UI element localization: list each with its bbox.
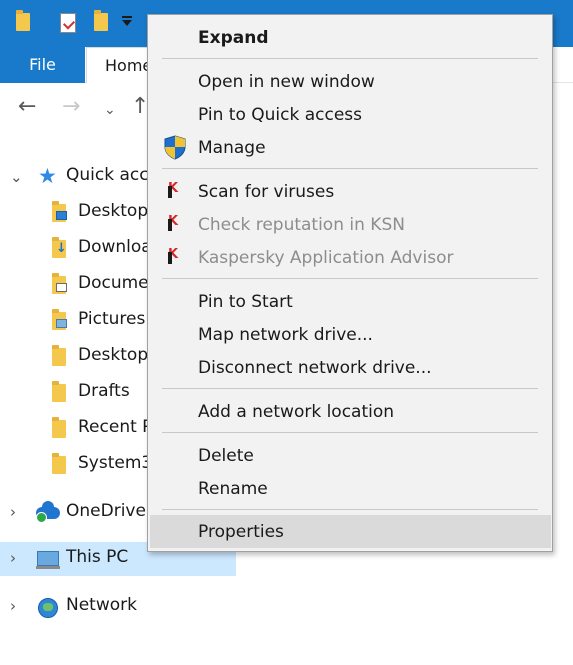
menu-item-label: Disconnect network drive... [198,358,432,378]
menu-separator [162,278,538,279]
documents-folder-icon [52,273,67,294]
menu-item-label: Open in new window [198,72,375,92]
properties-icon[interactable] [60,13,76,33]
tree-item-label: Drafts [78,381,130,401]
forward-arrow-icon[interactable]: → [62,96,80,118]
kaspersky-k-icon [168,181,182,198]
menu-separator [162,168,538,169]
pictures-folder-icon [52,309,67,330]
computer-icon [36,551,60,569]
uac-shield-icon [164,135,186,160]
menu-item-open-new-window[interactable]: Open in new window [148,65,552,98]
menu-item-label: Add a network location [198,402,395,422]
folder-icon [52,453,66,474]
menu-item-pin-quick-access[interactable]: Pin to Quick access [148,98,552,131]
menu-item-disconnect-drive[interactable]: Disconnect network drive... [148,351,552,384]
tab-file[interactable]: File [0,47,85,83]
menu-item-delete[interactable]: Delete [148,439,552,472]
tree-item-label: Desktop [78,345,149,365]
menu-separator [162,58,538,59]
folder-icon [52,417,66,438]
menu-item-label: Pin to Start [198,292,293,312]
chevron-right-icon[interactable]: › [10,503,16,521]
menu-item-label: Expand [198,28,269,48]
menu-item-check-reputation[interactable]: Check reputation in KSN [148,208,552,241]
menu-item-add-location[interactable]: Add a network location [148,395,552,428]
downloads-folder-icon [52,237,67,258]
tree-item-label: Pictures [78,309,146,329]
menu-item-label: Check reputation in KSN [198,215,405,235]
tree-item-label: Network [66,595,137,615]
recent-locations-chevron-icon[interactable]: ⌄ [104,99,116,121]
menu-item-label: Rename [198,479,268,499]
tree-item-label: Desktop [78,201,149,221]
star-icon: ★ [38,164,57,188]
folder-icon [52,381,66,402]
folder-icon [52,345,66,366]
kaspersky-k-icon [168,214,182,231]
menu-item-label: Scan for viruses [198,182,335,202]
menu-item-label: Map network drive... [198,325,373,345]
folder-icon [52,201,67,222]
menu-item-rename[interactable]: Rename [148,472,552,505]
sync-check-icon [36,512,47,523]
context-menu: Expand Open in new window Pin to Quick a… [147,14,553,552]
back-arrow-icon[interactable]: ← [18,96,36,118]
chevron-down-icon[interactable]: ⌄ [10,168,23,186]
tree-item-label: OneDrive [66,501,146,521]
chevron-right-icon[interactable]: › [10,549,16,567]
tree-item-network[interactable]: › Network [0,590,236,624]
kaspersky-k-icon [168,247,182,264]
customize-toolbar-dropdown-icon[interactable] [122,16,132,26]
menu-item-manage[interactable]: Manage [148,131,552,164]
menu-item-label: Delete [198,446,254,466]
globe-icon [38,598,58,618]
menu-item-pin-start[interactable]: Pin to Start [148,285,552,318]
menu-separator [162,432,538,433]
new-folder-icon[interactable] [94,10,108,31]
menu-item-kaspersky-advisor[interactable]: Kaspersky Application Advisor [148,241,552,274]
menu-item-expand[interactable]: Expand [148,21,552,54]
menu-separator [162,509,538,510]
menu-item-label: Pin to Quick access [198,105,363,125]
menu-item-label: Properties [198,522,284,542]
menu-item-label: Manage [198,138,266,158]
menu-separator [162,388,538,389]
menu-item-scan-viruses[interactable]: Scan for viruses [148,175,552,208]
menu-item-properties[interactable]: Properties [150,515,551,548]
folder-icon[interactable] [16,10,30,31]
chevron-right-icon[interactable]: › [10,597,16,615]
menu-item-label: Kaspersky Application Advisor [198,248,454,268]
tree-item-label: This PC [66,547,129,567]
menu-item-map-drive[interactable]: Map network drive... [148,318,552,351]
